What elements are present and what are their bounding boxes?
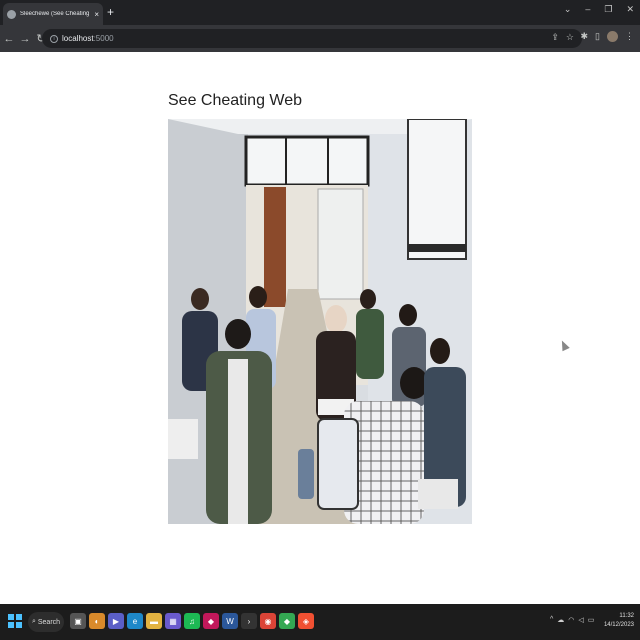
star-icon[interactable]: ☆: [566, 32, 574, 43]
tray-overflow-icon[interactable]: ^: [550, 616, 553, 624]
toolbar-right-actions: ✱ ▯ ⋮: [581, 31, 634, 42]
omnibox-actions: ⇪ ☆: [551, 32, 574, 43]
task-view-icon[interactable]: ▣: [70, 613, 86, 629]
file-explorer-icon[interactable]: ▬: [146, 613, 162, 629]
page-title: See Cheating Web: [168, 92, 303, 109]
back-button[interactable]: ←: [2, 33, 16, 45]
chrome-icon[interactable]: ◉: [260, 613, 276, 629]
search-icon: ⌕: [31, 618, 36, 625]
forward-button[interactable]: →: [18, 33, 32, 45]
minimize-button[interactable]: –: [585, 4, 590, 15]
menu-icon[interactable]: ⋮: [625, 31, 634, 42]
volume-icon[interactable]: ◁: [578, 616, 583, 624]
window-controls: ⌄ – ❐ ✕: [564, 4, 634, 15]
address-bar[interactable]: i localhost:5000 ⇪ ☆: [42, 29, 582, 48]
spotify-icon[interactable]: ♫: [184, 613, 200, 629]
url-port: :5000: [93, 34, 114, 43]
tab-title: Sleechewe (See Cheating Web): [20, 11, 91, 17]
wifi-icon[interactable]: ◠: [568, 616, 574, 624]
camera-feed-image: [168, 119, 472, 524]
taskbar-clock[interactable]: 11:32 14/12/2023: [604, 612, 634, 630]
taskbar-apps: ▣ ◐ ▶ e ▬ ▦ ♫ ◆ W › ◉ ◆ ◈: [70, 613, 314, 629]
windows-start-icon[interactable]: [8, 614, 22, 628]
calculator-icon[interactable]: ▦: [165, 613, 181, 629]
favicon-icon: [7, 9, 16, 19]
clock-date: 14/12/2023: [603, 622, 634, 628]
tab-active[interactable]: Sleechewe (See Cheating Web) ×: [3, 3, 103, 25]
maximize-button[interactable]: ❐: [604, 4, 612, 15]
word-icon[interactable]: W: [222, 613, 238, 629]
explorer-widget-icon[interactable]: ◐: [89, 613, 105, 629]
search-label: Search: [37, 618, 61, 626]
system-tray: ^ ☁ ◠ ◁ ▭: [550, 616, 594, 624]
profile-avatar[interactable]: [607, 31, 618, 42]
url-host: localhost: [62, 34, 94, 43]
sidepanel-icon[interactable]: ▯: [595, 31, 600, 42]
maps-icon[interactable]: ◆: [279, 613, 295, 629]
taskbar-search-button[interactable]: ⌕ Search: [28, 612, 64, 632]
clock-time: 11:32: [619, 613, 634, 619]
browser-tab-strip: Sleechewe (See Cheating Web) × + ⌄ – ❐ ✕: [0, 0, 640, 25]
terminal-icon[interactable]: ›: [241, 613, 257, 629]
chat-icon[interactable]: ▶: [108, 613, 124, 629]
close-window-button[interactable]: ✕: [626, 4, 634, 15]
new-tab-button[interactable]: +: [107, 5, 114, 19]
page-content: See Cheating Web: [0, 52, 640, 604]
battery-icon[interactable]: ▭: [588, 616, 595, 624]
extensions-icon[interactable]: ✱: [581, 31, 589, 42]
edge-icon[interactable]: e: [127, 613, 143, 629]
git-icon[interactable]: ◈: [298, 613, 314, 629]
site-info-icon[interactable]: i: [50, 34, 58, 43]
tab-close-icon[interactable]: ×: [94, 10, 99, 19]
tab-search-icon[interactable]: ⌄: [564, 4, 572, 15]
onedrive-icon[interactable]: ☁: [557, 616, 564, 624]
share-icon[interactable]: ⇪: [551, 32, 559, 43]
windows-taskbar: ⌕ Search ▣ ◐ ▶ e ▬ ▦ ♫ ◆ W › ◉ ◆ ◈ ^ ☁ ◠ ◁ ▭ 11:32 1…: [0, 604, 640, 640]
mouse-cursor-icon: [558, 338, 570, 352]
store-icon[interactable]: ◆: [203, 613, 219, 629]
